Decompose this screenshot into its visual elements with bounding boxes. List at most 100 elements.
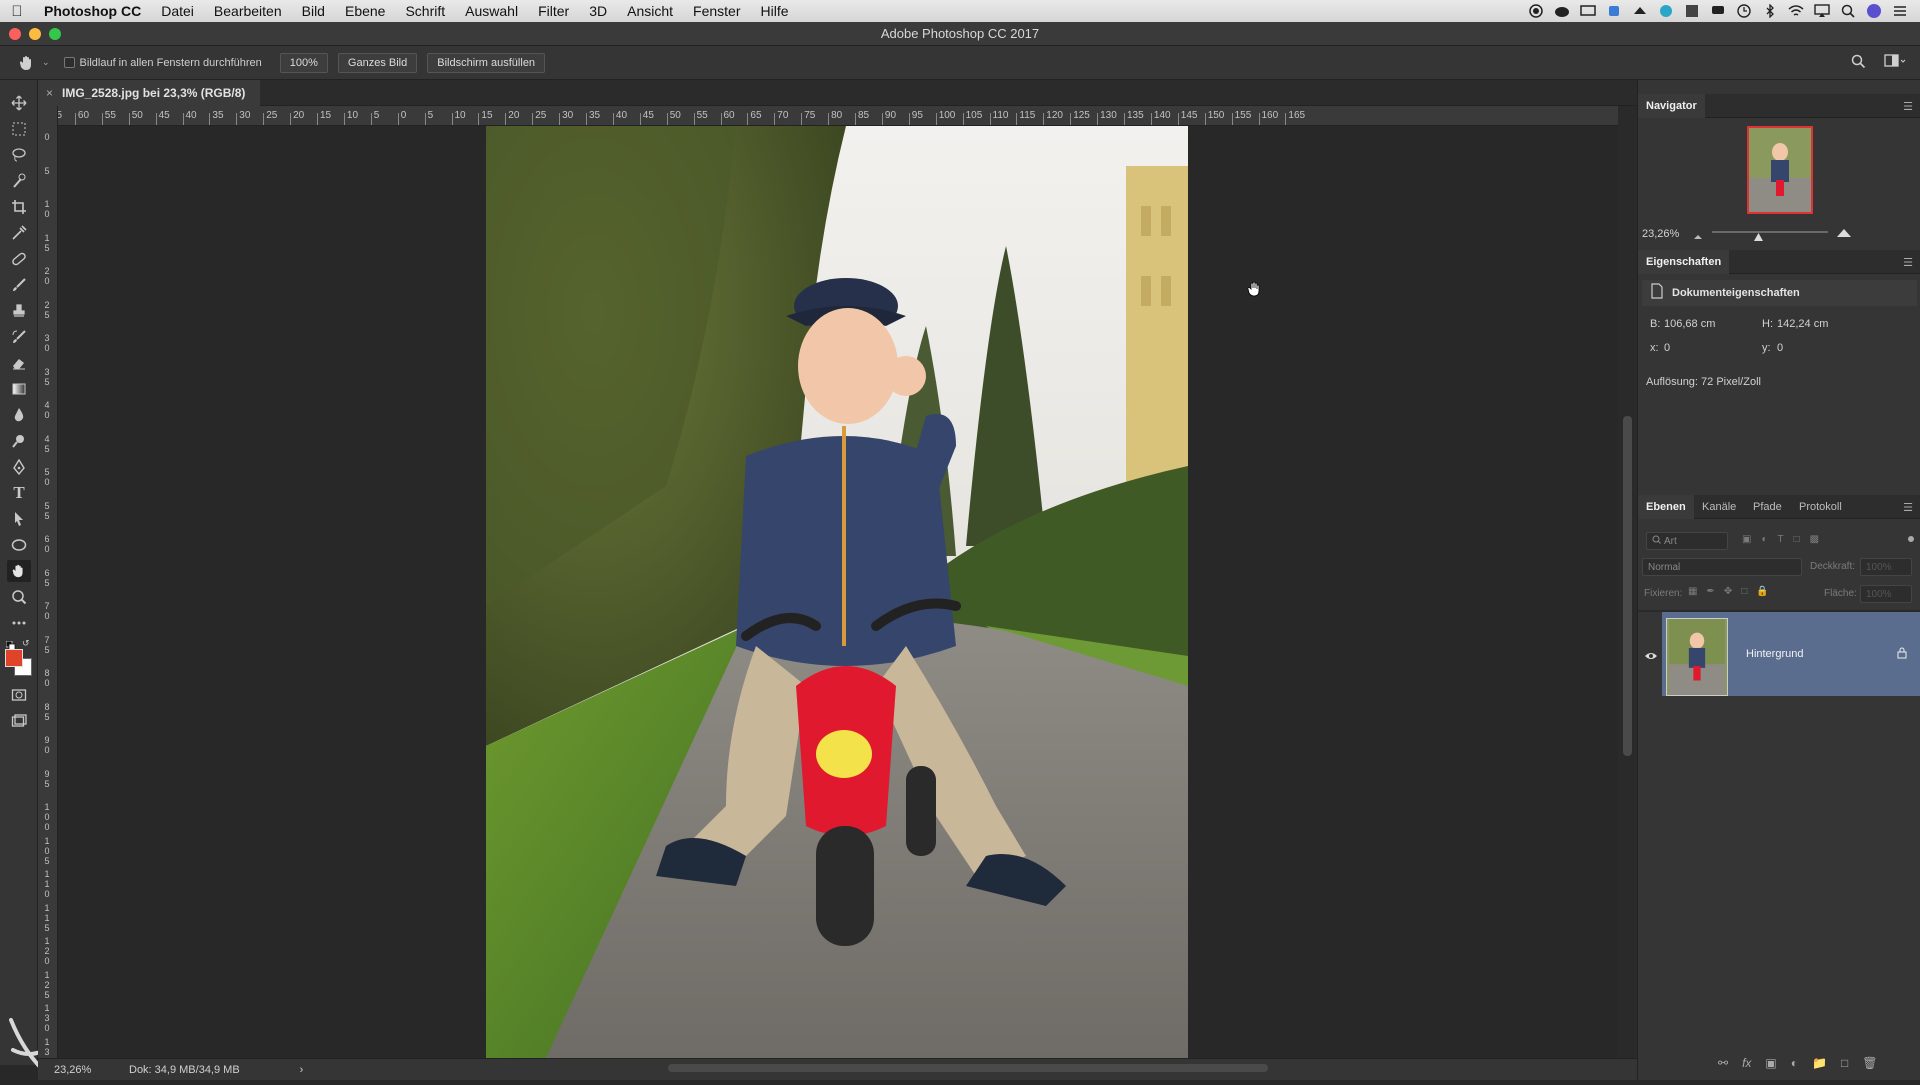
- gradient-tool-icon[interactable]: [7, 378, 31, 400]
- blur-tool-icon[interactable]: [7, 404, 31, 426]
- zoom-slider-handle[interactable]: [1753, 228, 1763, 241]
- menu-ebene[interactable]: Ebene: [335, 3, 395, 19]
- notification-center-icon[interactable]: [1892, 3, 1908, 19]
- chevron-down-icon[interactable]: ⌄: [42, 57, 50, 68]
- creative-cloud-icon[interactable]: [1554, 3, 1570, 19]
- tab-protokoll[interactable]: Protokoll: [1791, 495, 1850, 519]
- menu-3d[interactable]: 3D: [579, 3, 617, 19]
- layer-visibility-eye-icon[interactable]: [1644, 648, 1658, 666]
- x-value[interactable]: 0: [1664, 342, 1670, 354]
- time-machine-icon[interactable]: [1736, 3, 1752, 19]
- y-value[interactable]: 0: [1777, 342, 1783, 354]
- add-mask-icon[interactable]: ▣: [1765, 1056, 1776, 1070]
- tab-properties[interactable]: Eigenschaften: [1638, 250, 1730, 274]
- menu-bearbeiten[interactable]: Bearbeiten: [204, 3, 292, 19]
- delete-layer-icon[interactable]: 🗑: [1862, 1056, 1877, 1070]
- status-zoom[interactable]: 23,26%: [54, 1064, 124, 1076]
- wifi-icon[interactable]: [1788, 3, 1804, 19]
- crop-tool-icon[interactable]: [7, 196, 31, 218]
- height-value[interactable]: 142,24 cm: [1777, 318, 1828, 330]
- pixel-filter-icon[interactable]: ▣: [1742, 534, 1751, 545]
- dodge-tool-icon[interactable]: [7, 430, 31, 452]
- close-tab-icon[interactable]: ×: [46, 86, 53, 100]
- zoom-in-icon[interactable]: [1836, 225, 1852, 243]
- screen-mode-icon[interactable]: [7, 710, 31, 732]
- move-tool-icon[interactable]: [7, 92, 31, 114]
- dropbox-icon[interactable]: [1606, 3, 1622, 19]
- menu-filter[interactable]: Filter: [528, 3, 579, 19]
- navigator-zoom-slider[interactable]: [1712, 228, 1828, 241]
- menu-auswahl[interactable]: Auswahl: [455, 3, 528, 19]
- new-layer-icon[interactable]: □: [1841, 1056, 1848, 1070]
- grid-app-icon[interactable]: [1684, 3, 1700, 19]
- menu-datei[interactable]: Datei: [151, 3, 204, 19]
- width-value[interactable]: 106,68 cm: [1664, 318, 1715, 330]
- shape-filter-icon[interactable]: □: [1794, 534, 1800, 545]
- brush-tool-icon[interactable]: [7, 274, 31, 296]
- quick-selection-tool-icon[interactable]: [7, 170, 31, 192]
- lock-all-icon[interactable]: 🔒: [1756, 586, 1768, 597]
- zoom-tool-icon[interactable]: [7, 586, 31, 608]
- vertical-scrollbar[interactable]: [1618, 106, 1637, 1058]
- document-canvas[interactable]: [58, 126, 1618, 1058]
- opacity-field[interactable]: 100%: [1860, 558, 1912, 576]
- sync-icon[interactable]: [1632, 3, 1648, 19]
- healing-brush-tool-icon[interactable]: [7, 248, 31, 270]
- type-filter-icon[interactable]: T: [1778, 534, 1784, 545]
- layer-style-fx-icon[interactable]: fx: [1742, 1056, 1751, 1070]
- scroll-all-windows-option[interactable]: Bildlauf in allen Fenstern durchführen: [63, 57, 262, 69]
- status-menu-arrow[interactable]: ›: [300, 1064, 304, 1076]
- menu-fenster[interactable]: Fenster: [683, 3, 750, 19]
- type-tool-icon[interactable]: T: [7, 482, 31, 504]
- menu-schrift[interactable]: Schrift: [395, 3, 455, 19]
- fill-screen-button[interactable]: Bildschirm ausfüllen: [427, 52, 546, 73]
- history-brush-tool-icon[interactable]: [7, 326, 31, 348]
- ellipse-tool-icon[interactable]: [7, 534, 31, 556]
- swap-colors-icon[interactable]: ↺: [22, 638, 32, 648]
- menu-bild[interactable]: Bild: [292, 3, 335, 19]
- navigator-thumbnail[interactable]: [1747, 126, 1813, 214]
- more-tools-icon[interactable]: [7, 612, 31, 634]
- foreground-color-swatch[interactable]: [5, 649, 23, 667]
- menu-hilfe[interactable]: Hilfe: [751, 3, 799, 19]
- navigator-zoom-value[interactable]: 23,26%: [1642, 228, 1679, 240]
- lock-position-icon[interactable]: ✥: [1724, 586, 1732, 597]
- document-image[interactable]: [486, 126, 1188, 1058]
- filter-toggle-icon[interactable]: [1908, 536, 1914, 542]
- airplay-icon[interactable]: [1814, 3, 1830, 19]
- layer-filter-select[interactable]: Art: [1646, 532, 1728, 550]
- horizontal-scroll-thumb[interactable]: [668, 1064, 1268, 1072]
- new-group-icon[interactable]: 📁: [1812, 1056, 1827, 1070]
- apple-menu-icon[interactable]: : [0, 3, 34, 20]
- lock-pixels-icon[interactable]: ✒: [1706, 586, 1714, 597]
- chat-icon[interactable]: [1710, 3, 1726, 19]
- vertical-ruler[interactable]: 0 5 10 15 20 25 30 35 40 45 50 55 60 65 70 75 80 85 90 95 10…: [38, 106, 58, 1065]
- display-icon[interactable]: [1580, 3, 1596, 19]
- zoom-out-icon[interactable]: [1693, 227, 1703, 245]
- layer-row-hintergrund[interactable]: Hintergrund: [1662, 612, 1920, 696]
- hand-tool-preset-icon[interactable]: [18, 54, 40, 72]
- vertical-scroll-thumb[interactable]: [1623, 416, 1632, 756]
- eraser-tool-icon[interactable]: [7, 352, 31, 374]
- cloud-app-icon[interactable]: [1658, 3, 1674, 19]
- pen-tool-icon[interactable]: [7, 456, 31, 478]
- scroll-all-checkbox[interactable]: [63, 57, 75, 68]
- fit-screen-button[interactable]: Ganzes Bild: [337, 52, 418, 73]
- siri-icon[interactable]: [1866, 3, 1882, 19]
- hand-tool-icon[interactable]: [7, 560, 31, 582]
- quick-mask-icon[interactable]: [7, 684, 31, 706]
- bluetooth-icon[interactable]: [1762, 3, 1778, 19]
- adjustment-filter-icon[interactable]: ◐: [1761, 534, 1767, 545]
- adjustment-layer-icon[interactable]: ◐: [1791, 1056, 1798, 1070]
- record-icon[interactable]: [1528, 3, 1544, 19]
- fill-field[interactable]: 100%: [1860, 585, 1912, 603]
- search-icon[interactable]: [1851, 54, 1866, 72]
- tab-ebenen[interactable]: Ebenen: [1638, 495, 1694, 519]
- smart-object-filter-icon[interactable]: ▩: [1810, 534, 1819, 545]
- lock-transparency-icon[interactable]: ▦: [1688, 586, 1697, 597]
- tab-kanaele[interactable]: Kanäle: [1694, 495, 1744, 519]
- eyedropper-tool-icon[interactable]: [7, 222, 31, 244]
- panel-menu-icon[interactable]: ☰: [1903, 501, 1913, 514]
- tab-navigator[interactable]: Navigator: [1638, 94, 1705, 118]
- clone-stamp-tool-icon[interactable]: [7, 300, 31, 322]
